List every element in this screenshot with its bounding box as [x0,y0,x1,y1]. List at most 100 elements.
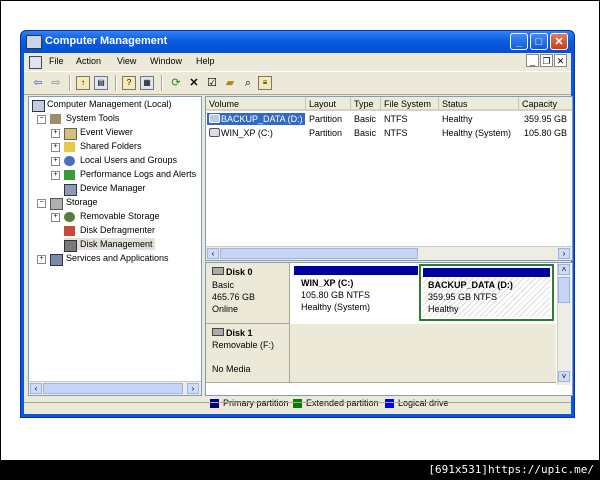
scroll-left-arrow-icon[interactable]: ‹ [207,248,219,259]
column-header-capacity[interactable]: Capacity [519,97,572,111]
scroll-down-arrow-icon[interactable]: ˅ [558,371,570,382]
delete-icon[interactable]: ✕ [186,75,202,91]
toolbar: ⇦ ⇨ ↑ ▤ ? ▦ ⟳ ✕ ☑ ▰ ⌕ ≡ [24,71,571,95]
computer-management-window: Computer Management _ □ ✕ File Action Vi… [20,30,575,418]
check-icon[interactable]: ☑ [204,75,220,91]
show-hide-tree-icon[interactable]: ▤ [94,76,108,90]
menu-window[interactable]: Window [150,56,182,66]
disk-1-name: Disk 1 [226,328,253,338]
forward-arrow-icon[interactable]: ⇨ [48,75,64,91]
disk-0-name: Disk 0 [226,267,253,277]
menu-help[interactable]: Help [196,56,215,66]
menu-file[interactable]: File [49,56,64,66]
menu-bar: File Action View Window Help _ ❐ ✕ [24,53,571,70]
computer-management-icon [26,35,42,49]
expand-icon[interactable]: + [37,255,46,264]
hard-disk-icon [212,267,224,275]
tree-item-local-users[interactable]: + Local Users and Groups [51,155,177,166]
scroll-right-arrow-icon[interactable]: › [558,248,570,259]
menu-view[interactable]: View [117,56,136,66]
partition-backup-data[interactable]: BACKUP_DATA (D:) 359.95 GB NTFS Healthy [419,264,554,321]
scroll-thumb[interactable] [43,383,183,394]
maximize-button[interactable]: □ [530,33,548,50]
primary-partition-bar [423,268,550,277]
tree-item-disk-management[interactable]: Disk Management [64,238,155,252]
help-icon[interactable]: ? [122,76,136,90]
disk-map-vertical-scrollbar[interactable]: ˄ ˅ [557,263,571,385]
scroll-thumb[interactable] [220,248,418,259]
column-header-layout[interactable]: Layout [306,97,351,111]
volume-drive-icon [209,128,220,137]
tree-item-performance-logs[interactable]: + Performance Logs and Alerts [51,169,196,180]
up-folder-icon[interactable]: ↑ [76,76,90,90]
child-minimize-button[interactable]: _ [526,54,539,67]
column-header-file-system[interactable]: File System [381,97,439,111]
tree-item-event-viewer[interactable]: + Event Viewer [51,127,133,140]
disk-1-media: No Media [212,364,251,374]
disk-1-empty-area [290,324,556,383]
partition-win-xp[interactable]: WIN_XP (C:) 105.80 GB NTFS Healthy (Syst… [294,266,418,320]
tools-icon [50,114,61,124]
tree-item-system-tools[interactable]: − System Tools [37,113,119,124]
title-bar[interactable]: Computer Management _ □ ✕ [21,31,574,53]
disk-0-type: Basic [212,280,235,290]
disk-1-type: Removable (F:) [212,340,275,350]
tree-item-shared-folders[interactable]: + Shared Folders [51,141,142,152]
column-header-type[interactable]: Type [351,97,381,111]
scroll-up-arrow-icon[interactable]: ˄ [558,264,570,275]
scroll-left-arrow-icon[interactable]: ‹ [30,383,42,394]
performance-icon [64,170,75,180]
minimize-button[interactable]: _ [510,33,528,50]
expand-icon[interactable]: + [51,213,60,222]
tree-item-device-manager[interactable]: Device Manager [51,183,146,196]
tree-item-storage[interactable]: − Storage [37,197,98,210]
tree-item-services-applications[interactable]: + Services and Applications [37,253,169,266]
expand-icon[interactable]: + [51,129,60,138]
status-bar [24,402,571,415]
column-header-volume[interactable]: Volume [206,97,306,111]
menu-action[interactable]: Action [76,56,101,66]
disk-0-state: Online [212,304,239,314]
scroll-right-arrow-icon[interactable]: › [187,383,199,394]
child-restore-button[interactable]: ❐ [540,54,553,67]
scroll-thumb[interactable] [558,277,570,303]
primary-partition-bar [294,266,418,275]
users-icon [64,156,75,166]
tree-item-removable-storage[interactable]: + Removable Storage [51,211,160,222]
child-close-button[interactable]: ✕ [554,54,567,67]
collapse-icon[interactable]: − [37,115,46,124]
disk-map: Disk 0 Basic 465.76 GB Online WIN_XP (C:… [205,262,573,396]
refresh-icon[interactable]: ⟳ [168,75,184,91]
event-viewer-icon [64,128,77,140]
collapse-icon[interactable]: − [37,199,46,208]
back-arrow-icon[interactable]: ⇦ [30,75,46,91]
disk-0-size: 465.76 GB [212,292,256,302]
computer-icon [32,100,45,112]
expand-icon[interactable]: + [51,157,60,166]
window-client-area: File Action View Window Help _ ❐ ✕ ⇦ ⇨ ↑… [24,53,573,415]
volume-drive-icon [209,114,220,123]
properties-icon[interactable]: ▦ [140,76,154,90]
search-icon[interactable]: ⌕ [240,75,256,91]
close-button[interactable]: ✕ [550,33,568,50]
expand-icon[interactable]: + [51,171,60,180]
removable-storage-icon [64,212,75,222]
open-folder-icon[interactable]: ▰ [222,75,238,91]
disk-management-icon [64,240,77,252]
removable-disk-icon [212,328,224,336]
console-tree: Computer Management (Local) − System Too… [28,96,202,396]
device-manager-icon [64,184,77,196]
volume-horizontal-scrollbar[interactable]: ‹ › [206,246,572,260]
settings-icon[interactable]: ≡ [258,76,272,90]
column-header-status[interactable]: Status [439,97,519,111]
storage-icon [50,198,63,210]
volume-list: Volume Layout Type File System Status Ca… [205,96,573,261]
disk-0-label[interactable]: Disk 0 Basic 465.76 GB Online [206,263,290,324]
tree-item-disk-defragmenter[interactable]: Disk Defragmenter [51,225,155,236]
tree-item-computer-management[interactable]: Computer Management (Local) [32,99,172,112]
services-icon [50,254,63,266]
tree-horizontal-scrollbar[interactable]: ‹ › [29,381,201,395]
document-icon[interactable] [29,56,42,69]
disk-1-label[interactable]: Disk 1 Removable (F:) No Media [206,324,290,383]
expand-icon[interactable]: + [51,143,60,152]
